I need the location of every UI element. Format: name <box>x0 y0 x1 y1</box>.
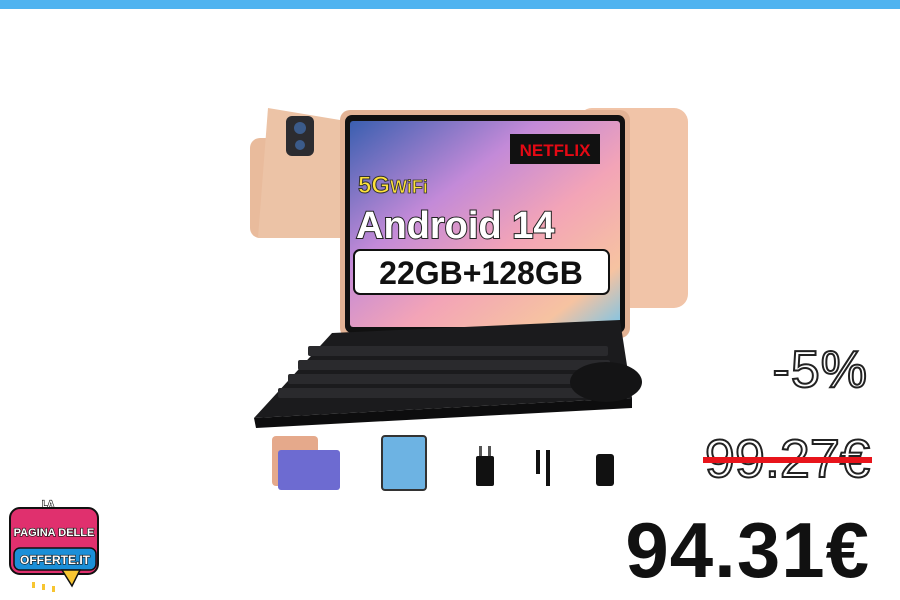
site-logo: LA PAGINA DELLE OFFERTE.IT <box>9 498 99 592</box>
discount-percentage: -5% <box>772 340 868 400</box>
accessories-row <box>272 435 614 491</box>
strikethrough-line <box>702 457 872 463</box>
logo-line-2: PAGINA DELLE <box>14 527 95 539</box>
usb-cable-icon <box>536 450 550 486</box>
netflix-logo-text: NETFLIX <box>520 141 591 160</box>
logo-line-3: OFFERTE.IT <box>20 553 91 567</box>
top-accent-bar <box>0 0 900 9</box>
new-price: 94.31€ <box>625 506 870 594</box>
case-icon <box>272 436 340 490</box>
mouse-icon <box>570 362 642 402</box>
logo-line-1: LA <box>42 499 54 509</box>
screen-protector-icon <box>381 435 427 491</box>
charger-icon <box>476 446 494 486</box>
otg-adapter-icon <box>596 454 614 486</box>
wifi-suffix-label: WiFi <box>390 177 428 197</box>
storage-label: 22GB+128GB <box>379 255 583 291</box>
wifi-5g-label: 5G <box>358 172 390 199</box>
sparkle-icon <box>32 582 55 592</box>
android-version-label: Android 14 <box>356 205 554 247</box>
old-price-block: 99.27€ <box>702 428 872 490</box>
product-image: NETFLIX 5G WiFi Android 14 22GB+128GB <box>250 108 688 491</box>
